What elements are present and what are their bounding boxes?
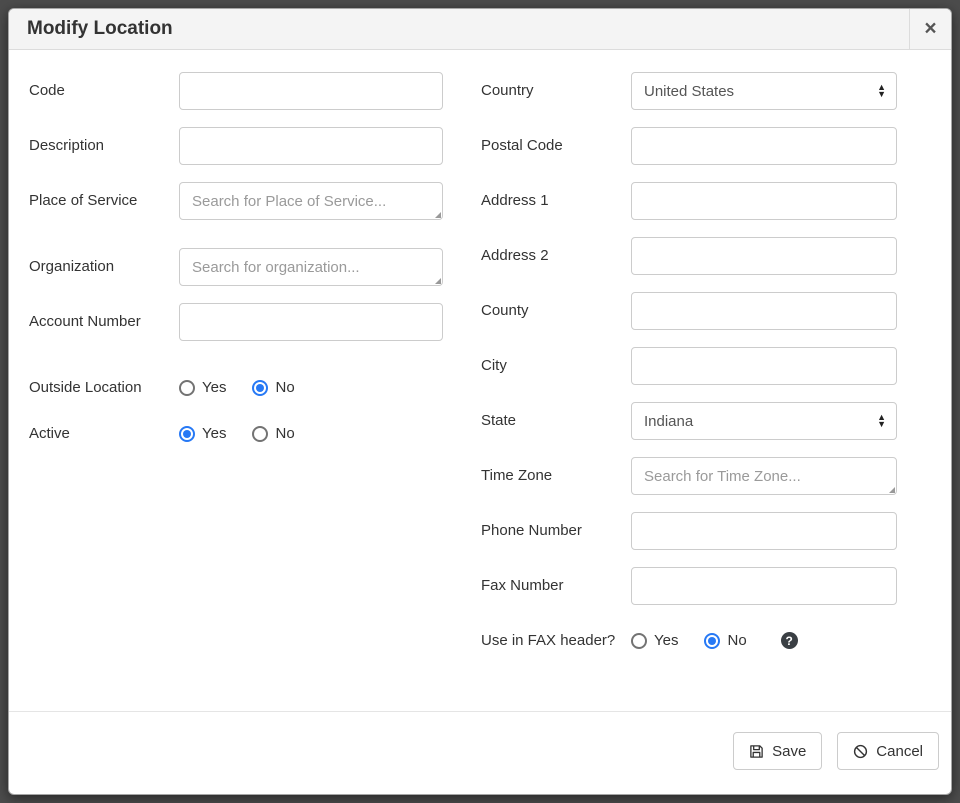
description-input[interactable] xyxy=(179,127,443,165)
field-row-address-1: Address 1 xyxy=(481,182,897,220)
state-label: State xyxy=(481,402,631,440)
country-label: Country xyxy=(481,72,631,110)
field-row-organization: Organization xyxy=(29,248,443,286)
address-1-label: Address 1 xyxy=(481,182,631,220)
postal-code-label: Postal Code xyxy=(481,127,631,165)
outside-location-no-label: No xyxy=(275,379,294,396)
postal-code-input[interactable] xyxy=(631,127,897,165)
field-row-state: State Indiana ▲▼ xyxy=(481,402,897,440)
organization-search-input[interactable] xyxy=(179,248,443,286)
use-in-fax-header-no-label: No xyxy=(727,632,746,649)
field-row-place-of-service: Place of Service xyxy=(29,182,443,220)
country-select[interactable]: United States ▲▼ xyxy=(631,72,897,110)
dialog-footer: Save Cancel xyxy=(9,711,951,794)
field-row-county: County xyxy=(481,292,897,330)
field-row-description: Description xyxy=(29,127,443,165)
outside-location-yes-label: Yes xyxy=(202,379,226,396)
dialog-title: Modify Location xyxy=(9,9,909,49)
outside-location-yes-radio[interactable] xyxy=(179,380,195,396)
organization-label: Organization xyxy=(29,248,179,286)
account-number-label: Account Number xyxy=(29,303,179,341)
modify-location-dialog: Modify Location × Code Description Place… xyxy=(8,8,952,795)
field-row-phone-number: Phone Number xyxy=(481,512,897,550)
field-row-postal-code: Postal Code xyxy=(481,127,897,165)
state-select-value: Indiana xyxy=(644,413,693,430)
phone-number-label: Phone Number xyxy=(481,512,631,550)
updown-arrows-icon: ▲▼ xyxy=(877,84,886,98)
use-in-fax-header-yes-radio[interactable] xyxy=(631,633,647,649)
left-column: Code Description Place of Service xyxy=(29,72,443,461)
field-row-code: Code xyxy=(29,72,443,110)
field-row-fax-number: Fax Number xyxy=(481,567,897,605)
save-button[interactable]: Save xyxy=(733,732,822,770)
field-row-active: Active Yes No xyxy=(29,415,443,444)
active-yes-radio[interactable] xyxy=(179,426,195,442)
save-icon xyxy=(749,744,764,759)
use-in-fax-header-no-radio[interactable] xyxy=(704,633,720,649)
fax-number-input[interactable] xyxy=(631,567,897,605)
state-select[interactable]: Indiana ▲▼ xyxy=(631,402,897,440)
field-row-use-in-fax-header: Use in FAX header? Yes No ? xyxy=(481,622,897,651)
code-label: Code xyxy=(29,72,179,110)
dialog-header: Modify Location × xyxy=(9,9,951,50)
active-label: Active xyxy=(29,415,179,444)
help-icon-glyph: ? xyxy=(786,634,793,648)
close-button[interactable]: × xyxy=(909,9,951,49)
country-select-value: United States xyxy=(644,83,734,100)
outside-location-label: Outside Location xyxy=(29,369,179,398)
use-in-fax-header-label: Use in FAX header? xyxy=(481,622,631,651)
field-row-address-2: Address 2 xyxy=(481,237,897,275)
dialog-body: Code Description Place of Service xyxy=(9,50,951,711)
cancel-icon xyxy=(853,744,868,759)
active-no-label: No xyxy=(275,425,294,442)
account-number-input[interactable] xyxy=(179,303,443,341)
field-row-account-number: Account Number xyxy=(29,303,443,341)
fax-number-label: Fax Number xyxy=(481,567,631,605)
help-icon[interactable]: ? xyxy=(781,632,798,649)
city-label: City xyxy=(481,347,631,385)
page-backdrop: { "modal": { "title": "Modify Location" … xyxy=(0,0,960,803)
address-1-input[interactable] xyxy=(631,182,897,220)
place-of-service-search-input[interactable] xyxy=(179,182,443,220)
county-label: County xyxy=(481,292,631,330)
use-in-fax-header-yes-label: Yes xyxy=(654,632,678,649)
field-row-outside-location: Outside Location Yes No xyxy=(29,369,443,398)
close-icon: × xyxy=(924,17,936,41)
field-row-country: Country United States ▲▼ xyxy=(481,72,897,110)
county-input[interactable] xyxy=(631,292,897,330)
place-of-service-label: Place of Service xyxy=(29,182,179,220)
field-row-city: City xyxy=(481,347,897,385)
right-column: Country United States ▲▼ Postal Code xyxy=(481,72,897,668)
outside-location-no-radio[interactable] xyxy=(252,380,268,396)
cancel-button[interactable]: Cancel xyxy=(837,732,939,770)
active-no-radio[interactable] xyxy=(252,426,268,442)
active-yes-label: Yes xyxy=(202,425,226,442)
updown-arrows-icon: ▲▼ xyxy=(877,414,886,428)
address-2-label: Address 2 xyxy=(481,237,631,275)
address-2-input[interactable] xyxy=(631,237,897,275)
code-input[interactable] xyxy=(179,72,443,110)
description-label: Description xyxy=(29,127,179,165)
time-zone-search-input[interactable] xyxy=(631,457,897,495)
cancel-button-label: Cancel xyxy=(876,743,923,760)
field-row-time-zone: Time Zone xyxy=(481,457,897,495)
phone-number-input[interactable] xyxy=(631,512,897,550)
city-input[interactable] xyxy=(631,347,897,385)
save-button-label: Save xyxy=(772,743,806,760)
time-zone-label: Time Zone xyxy=(481,457,631,495)
